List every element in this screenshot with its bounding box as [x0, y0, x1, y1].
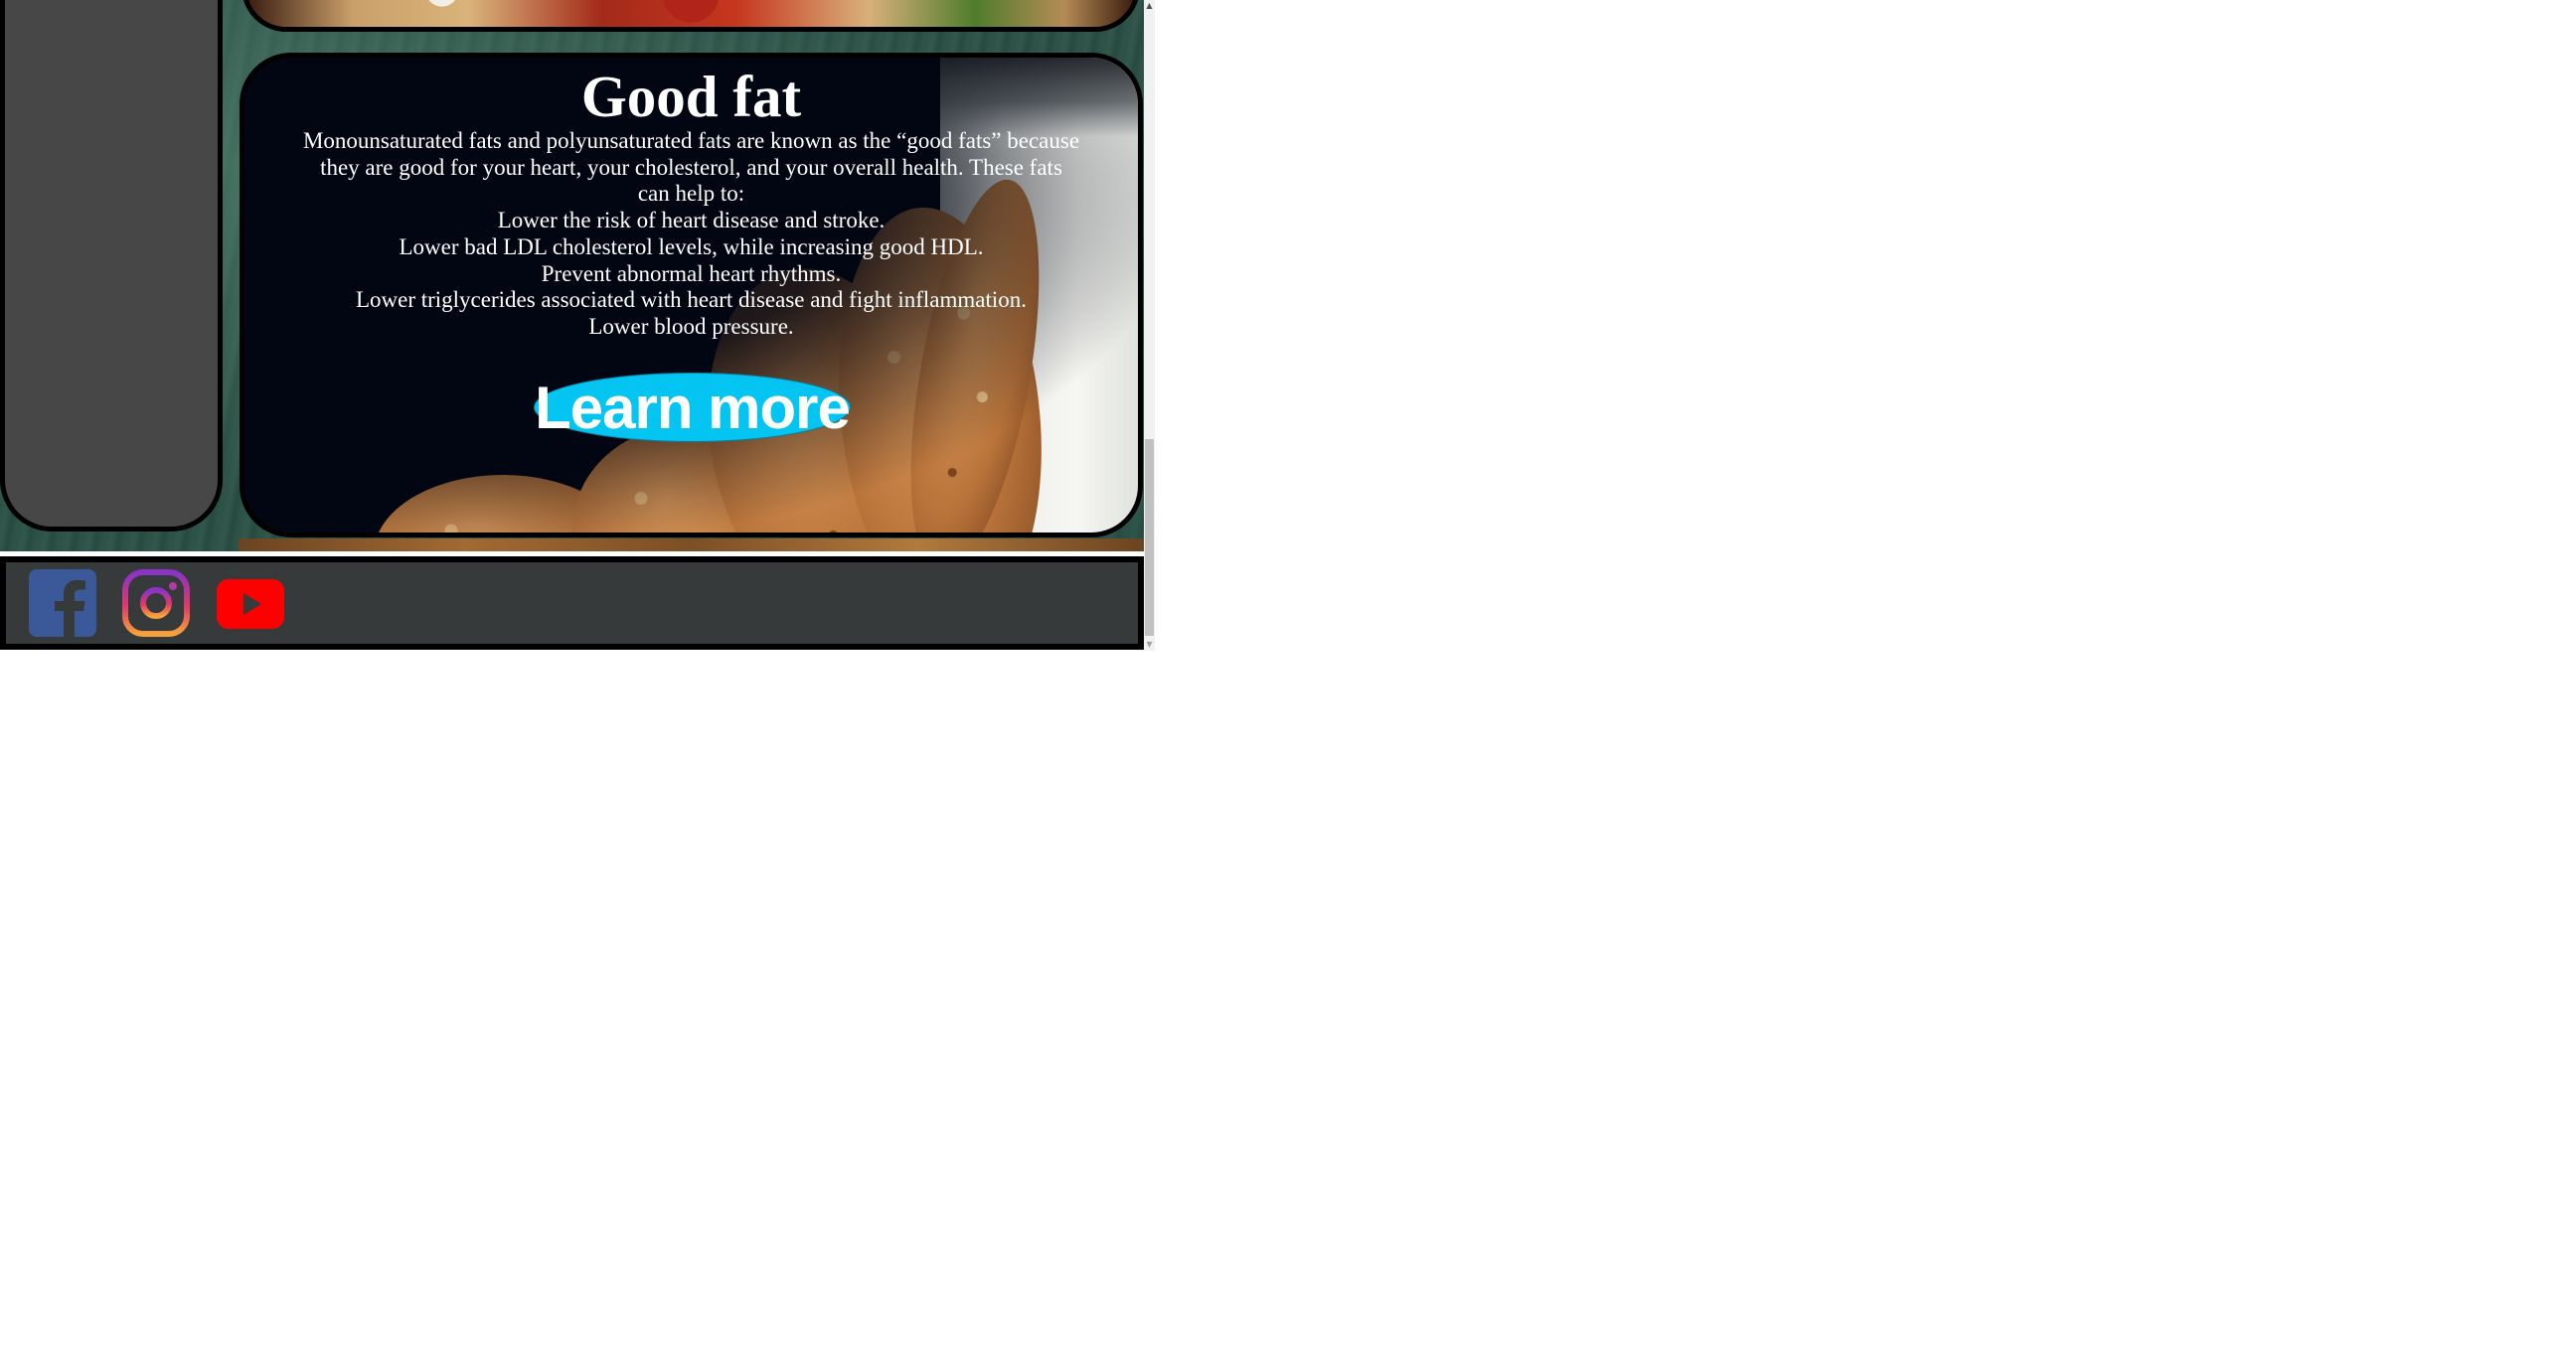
body-line: they are good for your heart, your chole…: [320, 154, 1062, 180]
body-line: Prevent abnormal heart rhythms.: [541, 260, 842, 286]
youtube-icon[interactable]: [217, 579, 284, 629]
instagram-icon[interactable]: [122, 569, 190, 637]
facebook-icon[interactable]: [29, 569, 96, 637]
scroll-down-arrow-icon[interactable]: ▼: [1144, 639, 1155, 651]
previous-food-card-image: [242, 0, 1140, 32]
card-title: Good fat: [580, 64, 802, 129]
body-line: Lower the risk of heart disease and stro…: [497, 208, 886, 233]
scroll-up-arrow-icon[interactable]: ▲: [1144, 0, 1155, 12]
browser-viewport: Good fat Monounsaturated fats and polyun…: [0, 0, 1155, 651]
footer-bar: [0, 556, 1144, 650]
body-line: Monounsaturated fats and polyunsaturated…: [302, 128, 1080, 153]
learn-more-button[interactable]: Learn more: [534, 373, 851, 442]
scrollbar-thumb[interactable]: [1145, 439, 1154, 636]
body-line: Lower bad LDL cholesterol levels, while …: [399, 233, 984, 259]
left-sidebar-panel: [0, 0, 223, 532]
good-fat-card: Good fat Monounsaturated fats and polyun…: [240, 53, 1143, 537]
body-line: Lower triglycerides associated with hear…: [355, 287, 1028, 313]
wood-table-edge: [239, 538, 1144, 551]
body-line: Lower blood pressure.: [588, 313, 794, 339]
body-line: can help to:: [637, 181, 745, 207]
card-body-text: Monounsaturated fats and polyunsaturated…: [294, 128, 1088, 341]
